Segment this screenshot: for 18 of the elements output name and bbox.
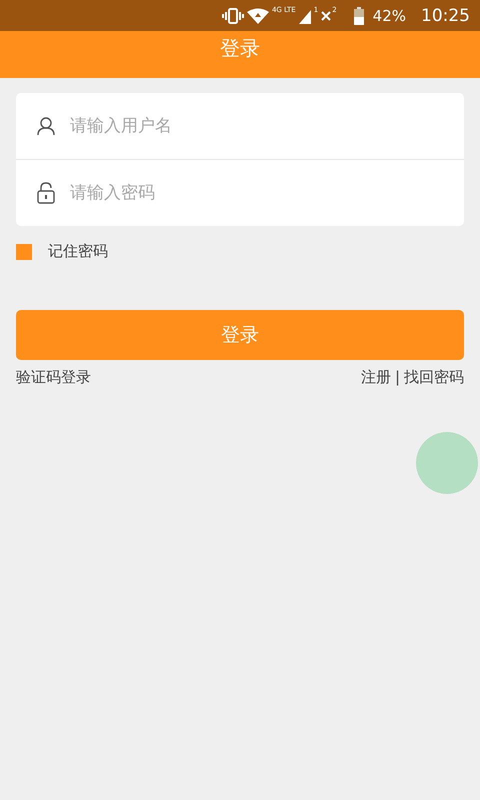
clock: 10:25 xyxy=(421,6,470,26)
no-signal-icon xyxy=(321,10,332,20)
username-field[interactable]: 请输入用户名 xyxy=(68,115,464,137)
link-separator: | xyxy=(394,368,400,387)
page-title: 登录 xyxy=(220,35,260,62)
remember-checkbox[interactable] xyxy=(16,244,32,260)
sms-login-link[interactable]: 验证码登录 xyxy=(16,368,91,387)
user-icon xyxy=(36,116,56,136)
wifi-icon xyxy=(246,8,269,24)
remember-label: 记住密码 xyxy=(48,242,108,261)
signal-icon xyxy=(298,8,313,24)
battery-icon xyxy=(354,6,364,24)
register-link[interactable]: 注册 xyxy=(360,368,391,387)
battery-level: 42% xyxy=(372,6,406,24)
password-field[interactable]: 请输入密码 xyxy=(68,182,464,204)
vibrate-icon xyxy=(222,8,244,24)
recover-password-link[interactable]: 找回密码 xyxy=(404,368,464,387)
lock-icon xyxy=(36,182,56,204)
